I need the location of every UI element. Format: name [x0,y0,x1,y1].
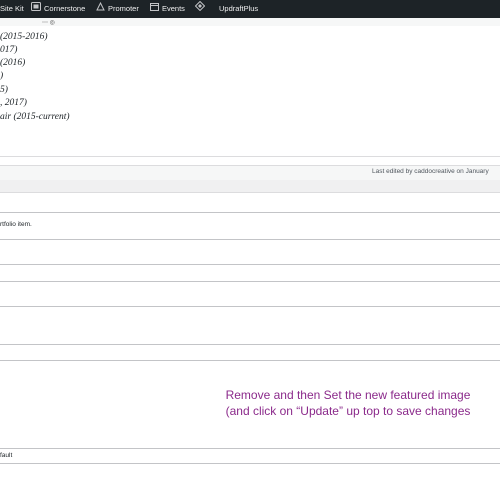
divider [0,463,500,464]
bio-line: , 2017) [0,98,27,108]
toolbar-item-updraftplus[interactable]: UpdraftPlus [219,0,258,18]
divider [0,212,500,213]
bio-line: air (2015-current) [0,112,70,122]
divider [0,239,500,240]
annotation-line-2: (and click on “Update” up top to save ch… [225,404,471,418]
bio-line: 5) [0,85,8,95]
divider [0,264,500,265]
toolbar-label-site-kit: Site Kit [0,4,24,13]
toolbar-item-promoter[interactable]: Promoter [96,0,139,18]
toolbar-label-promoter: Promoter [108,4,139,13]
annotation-line-1: Remove and then Set the new featured ima… [225,388,471,402]
default-option-text: fault [0,452,13,459]
divider [0,281,500,282]
toolbar-label-updraftplus: UpdraftPlus [219,4,259,13]
portfolio-description: rtfolio item. [0,221,32,228]
toolbar-label-events: Events [162,4,185,13]
toolbar-label-cornerstone: Cornerstone [44,4,86,13]
toolbar-item-events[interactable]: Events [150,0,185,18]
divider [0,344,500,345]
bio-line: (2015-2016) [0,32,48,42]
cornerstone-icon [31,0,41,18]
diamond-icon [194,0,206,18]
bio-line: ) [0,71,4,81]
divider [0,360,500,361]
editor-status-bar: Last edited by caddocreative on January [0,165,500,181]
divider [0,306,500,307]
editor-content-area[interactable]: (2015-2016) 017) (2016) ) 5) , 2017) air… [0,26,500,157]
bio-line: 017) [0,45,18,55]
bio-line: (2016) [0,58,26,68]
divider [0,448,500,449]
promoter-icon [96,0,105,18]
editor-toolbar: ⋯ ◎ [0,18,500,26]
last-edited-text: Last edited by caddocreative on January [372,168,489,175]
calendar-icon [150,0,159,18]
editor-toolbar-icons[interactable]: ⋯ ◎ [42,19,55,26]
toolbar-item-diamond[interactable] [194,0,208,18]
toolbar-item-site-kit[interactable]: Site Kit [0,0,24,18]
admin-toolbar: Site Kit Cornerstone Promoter Events Upd… [0,0,500,18]
toolbar-item-cornerstone[interactable]: Cornerstone [31,0,85,18]
metabox-header[interactable] [0,180,500,193]
